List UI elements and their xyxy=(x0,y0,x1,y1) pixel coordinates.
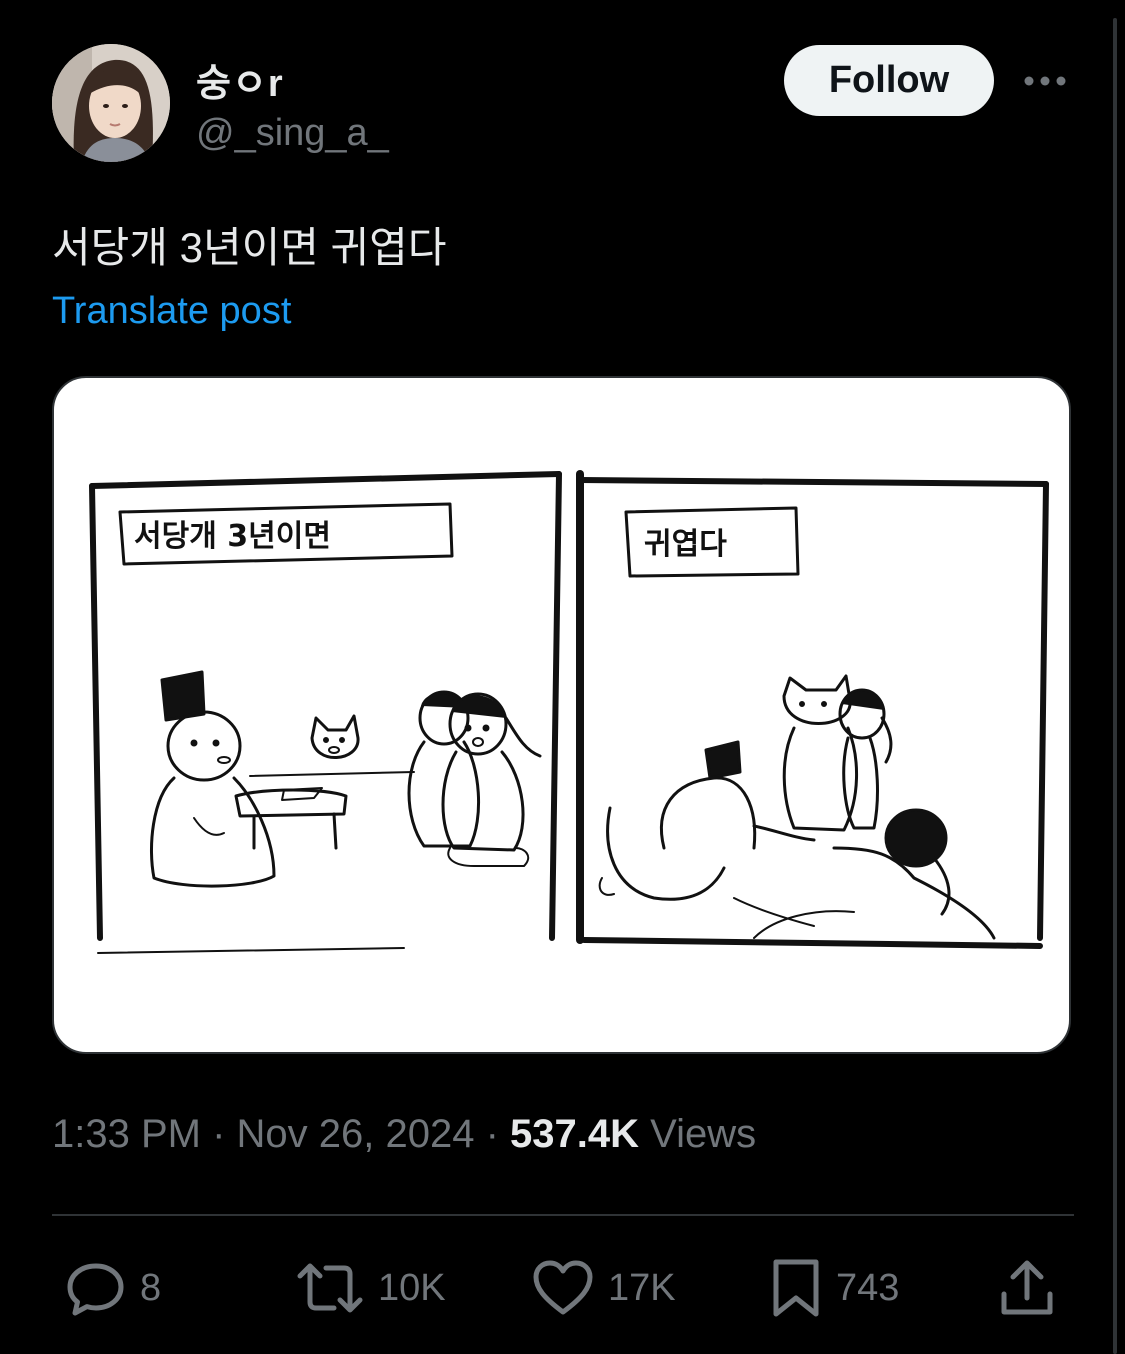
panel1-caption: 서당개 3년이면 xyxy=(134,519,331,554)
post-date[interactable]: Nov 26, 2024 xyxy=(237,1112,475,1156)
panel2-caption: 귀엽다 xyxy=(644,527,727,562)
share-icon xyxy=(998,1258,1056,1318)
translate-link[interactable]: Translate post xyxy=(52,290,291,333)
comic-panel-1: 서당개 3년이면 xyxy=(89,471,562,954)
scrollbar[interactable] xyxy=(1113,18,1117,1354)
bookmark-count: 743 xyxy=(836,1266,900,1309)
views-count[interactable]: 537.4K xyxy=(510,1112,639,1156)
repost-icon xyxy=(296,1258,364,1318)
post-time[interactable]: 1:33 PM xyxy=(52,1112,201,1156)
repost-count: 10K xyxy=(378,1266,446,1309)
post-text: 서당개 3년이면 귀엽다 xyxy=(52,224,447,271)
divider xyxy=(52,1214,1074,1216)
views-label: Views xyxy=(639,1112,757,1156)
like-count: 17K xyxy=(608,1266,676,1309)
post-image[interactable]: 서당개 3년이면 귀엽다 xyxy=(52,376,1071,1054)
more-icon[interactable] xyxy=(1022,66,1068,96)
like-icon xyxy=(532,1258,594,1318)
bookmark-button[interactable]: 743 xyxy=(770,1256,899,1320)
repost-button[interactable]: 10K xyxy=(296,1256,446,1320)
share-button[interactable] xyxy=(998,1256,1056,1320)
bookmark-icon xyxy=(770,1256,822,1320)
reply-button[interactable]: 8 xyxy=(66,1256,161,1320)
reply-count: 8 xyxy=(140,1266,162,1309)
like-button[interactable]: 17K xyxy=(532,1256,676,1320)
follow-button[interactable]: Follow xyxy=(784,45,994,116)
separator: · xyxy=(200,1112,237,1156)
comic-panel-2: 귀엽다 xyxy=(576,470,1049,949)
post-timestamp: 1:33 PM · Nov 26, 2024 · 537.4K Views xyxy=(52,1112,756,1157)
reply-icon xyxy=(66,1258,126,1318)
avatar[interactable] xyxy=(52,44,170,162)
handle[interactable]: @_sing_a_ xyxy=(196,112,389,155)
display-name[interactable]: 숭ㅇr xyxy=(196,52,284,107)
separator: · xyxy=(474,1112,511,1156)
